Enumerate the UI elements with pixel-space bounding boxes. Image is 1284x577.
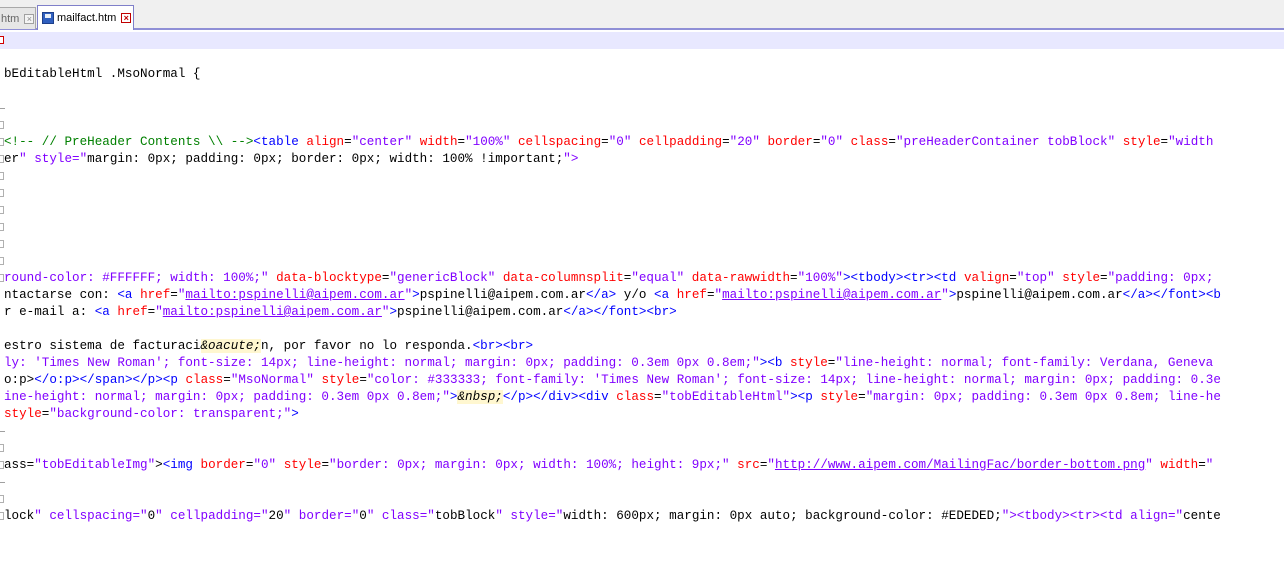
code-line[interactable]	[0, 423, 1284, 440]
code-line[interactable]	[0, 49, 1284, 66]
code-line[interactable]	[0, 440, 1284, 457]
code-line[interactable]: ntactarse con: <a href="mailto:pspinelli…	[0, 287, 1284, 304]
fold-guide	[0, 83, 5, 100]
fold-end-marker	[0, 482, 5, 483]
fold-end-marker	[0, 431, 5, 432]
tab-mailfact[interactable]: mailfact.htm ×	[37, 5, 134, 30]
code-text: o:p></o:p></span></p><p class="MsoNormal…	[4, 373, 1221, 387]
code-line[interactable]: ass="tobEditableImg"><img border="0" sty…	[0, 457, 1284, 474]
code-line[interactable]	[0, 219, 1284, 236]
code-line[interactable]: ly: 'Times New Roman'; font-size: 14px; …	[0, 355, 1284, 372]
code-text: ass="tobEditableImg"><img border="0" sty…	[4, 458, 1214, 472]
fold-guide	[0, 525, 5, 542]
code-line[interactable]	[0, 491, 1284, 508]
fold-marker-icon[interactable]	[0, 189, 4, 197]
code-line[interactable]: round-color: #FFFFFF; width: 100%;" data…	[0, 270, 1284, 287]
code-text: ly: 'Times New Roman'; font-size: 14px; …	[4, 356, 1214, 370]
code-line[interactable]	[0, 474, 1284, 491]
code-line[interactable]: bEditableHtml .MsoNormal {	[0, 66, 1284, 83]
code-editor[interactable]: bEditableHtml .MsoNormal { <!-- // PreHea…	[0, 32, 1284, 577]
code-line[interactable]: r e-mail a: <a href="mailto:pspinelli@ai…	[0, 304, 1284, 321]
tab-label: htm	[1, 12, 20, 25]
code-line[interactable]	[0, 525, 1284, 542]
code-line[interactable]	[0, 83, 1284, 100]
code-line[interactable]	[0, 202, 1284, 219]
code-line[interactable]: estro sistema de facturaci&oacute;n, por…	[0, 338, 1284, 355]
fold-guide	[0, 49, 5, 66]
fold-end-marker	[0, 108, 5, 109]
fold-marker-icon[interactable]	[0, 495, 4, 503]
code-line[interactable]: ine-height: normal; margin: 0px; padding…	[0, 389, 1284, 406]
code-text: ine-height: normal; margin: 0px; padding…	[4, 390, 1221, 404]
fold-marker-icon[interactable]	[0, 206, 4, 214]
close-icon[interactable]: ×	[121, 13, 132, 23]
code-line[interactable]	[0, 100, 1284, 117]
tab-label: mailfact.htm	[57, 12, 117, 24]
code-line[interactable]	[0, 185, 1284, 202]
code-line[interactable]	[0, 168, 1284, 185]
code-line[interactable]	[0, 32, 1284, 49]
fold-marker-icon[interactable]	[0, 223, 4, 231]
code-line[interactable]	[0, 253, 1284, 270]
code-line[interactable]: lock" cellspacing="0" cellpadding="20" b…	[0, 508, 1284, 525]
code-text: ntactarse con: <a href="mailto:pspinelli…	[4, 288, 1221, 302]
save-file-icon	[42, 12, 54, 24]
tab-htm[interactable]: htm ×	[0, 7, 36, 29]
code-line[interactable]: <!-- // PreHeader Contents \\ --><table …	[0, 134, 1284, 151]
code-text: style="background-color: transparent;">	[4, 407, 299, 421]
code-text: r e-mail a: <a href="mailto:pspinelli@ai…	[4, 305, 677, 319]
code-text: bEditableHtml .MsoNormal {	[4, 67, 201, 81]
fold-guide	[0, 321, 5, 338]
code-line[interactable]	[0, 236, 1284, 253]
fold-marker-icon[interactable]	[0, 444, 4, 452]
fold-marker-icon[interactable]	[0, 121, 4, 129]
close-icon[interactable]: ×	[24, 13, 35, 24]
code-line[interactable]	[0, 542, 1284, 559]
code-text: lock" cellspacing="0" cellpadding="20" b…	[4, 509, 1221, 523]
fold-marker-icon[interactable]	[0, 36, 4, 44]
code-text: round-color: #FFFFFF; width: 100%;" data…	[4, 271, 1214, 285]
code-line[interactable]	[0, 117, 1284, 134]
fold-marker-icon[interactable]	[0, 257, 4, 265]
fold-marker-icon[interactable]	[0, 240, 4, 248]
code-text: <!-- // PreHeader Contents \\ --><table …	[4, 135, 1214, 149]
code-line[interactable]: er" style="margin: 0px; padding: 0px; bo…	[0, 151, 1284, 168]
code-text: estro sistema de facturaci&oacute;n, por…	[4, 339, 534, 353]
code-text: er" style="margin: 0px; padding: 0px; bo…	[4, 152, 579, 166]
code-line[interactable]: style="background-color: transparent;">	[0, 406, 1284, 423]
code-line[interactable]: o:p></o:p></span></p><p class="MsoNormal…	[0, 372, 1284, 389]
code-line[interactable]	[0, 321, 1284, 338]
tab-bar: htm × mailfact.htm ×	[0, 0, 1284, 30]
fold-marker-icon[interactable]	[0, 172, 4, 180]
fold-guide	[0, 542, 5, 559]
